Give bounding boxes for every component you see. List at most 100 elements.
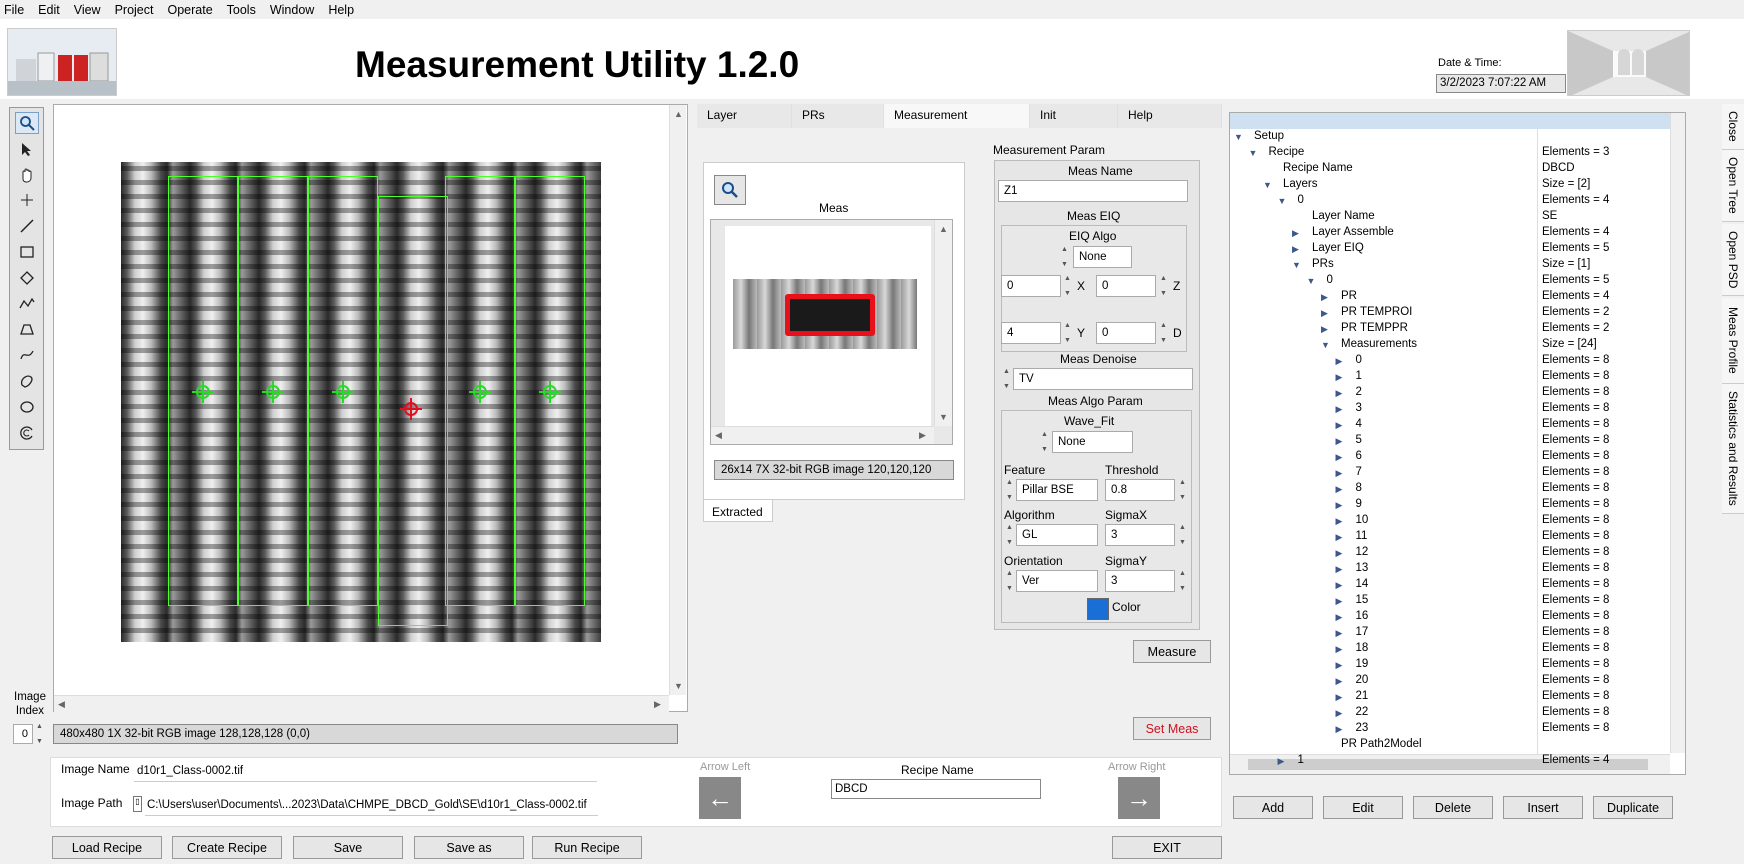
tree-row[interactable]: ▶ 7 Elements = 8 (1230, 465, 1670, 481)
sigmay-stepper[interactable]: ▲ ▼ (1177, 570, 1188, 592)
tree-row[interactable]: ▶ 0 Elements = 8 (1230, 353, 1670, 369)
tree-row[interactable]: ▶ PR TEMPROI Elements = 2 (1230, 305, 1670, 321)
tree-row[interactable]: ▶ 9 Elements = 8 (1230, 497, 1670, 513)
y-field[interactable]: 4 (1001, 322, 1061, 344)
tree-row[interactable]: ▶ 12 Elements = 8 (1230, 545, 1670, 561)
wave-fit-field[interactable]: None (1052, 431, 1133, 453)
expand-arrow-icon[interactable]: ▶ (1321, 308, 1328, 319)
expand-arrow-icon[interactable]: ▶ (1336, 500, 1343, 511)
expand-arrow-icon[interactable]: ▶ (1336, 532, 1343, 543)
denoise-field[interactable]: TV (1013, 368, 1193, 390)
threshold-stepper[interactable]: ▲ ▼ (1177, 479, 1188, 501)
image-vscroll[interactable]: ▲ ▼ (669, 105, 686, 695)
tree-row[interactable]: ▶ 1 Elements = 8 (1230, 369, 1670, 385)
crosshair-tool[interactable] (15, 189, 39, 211)
exit-button[interactable]: EXIT (1112, 836, 1222, 859)
load-recipe-button[interactable]: Load Recipe (52, 836, 162, 859)
expand-arrow-icon[interactable]: ▶ (1336, 452, 1343, 463)
menu-tools[interactable]: Tools (227, 3, 256, 17)
rotated-rect-tool[interactable] (15, 267, 39, 289)
tree-row[interactable]: ▶ 3 Elements = 8 (1230, 401, 1670, 417)
z-stepper[interactable]: ▲ ▼ (1158, 275, 1169, 297)
tree-row[interactable]: ▶ 1 Elements = 4 (1230, 753, 1670, 769)
tree-row[interactable]: ▼ Layers Size = [2] (1230, 177, 1670, 193)
save-button[interactable]: Save (293, 836, 403, 859)
image-index-stepper[interactable]: ▲ ▼ (34, 723, 45, 745)
collapse-arrow-icon[interactable]: ▼ (1263, 180, 1272, 190)
measure-marker[interactable] (332, 381, 354, 403)
preview-vscroll[interactable]: ▲ ▼ (934, 220, 952, 426)
menu-help[interactable]: Help (328, 3, 354, 17)
tree-row[interactable]: ▼ PRs Size = [1] (1230, 257, 1670, 273)
tree-row[interactable]: ▶ 20 Elements = 8 (1230, 673, 1670, 689)
meas-name-field[interactable]: Z1 (998, 180, 1188, 202)
tree-row[interactable]: ▶ 22 Elements = 8 (1230, 705, 1670, 721)
tab-init[interactable]: Init (1030, 104, 1118, 128)
collapse-arrow-icon[interactable]: ▼ (1234, 132, 1243, 142)
denoise-stepper[interactable]: ▲ ▼ (1001, 368, 1012, 390)
x-field[interactable]: 0 (1001, 275, 1061, 297)
recipe-tree[interactable]: ▼ Setup ▼ Recipe Elements = 3 Recipe Name DBCD… (1229, 112, 1686, 775)
tree-row[interactable]: ▶ 23 Elements = 8 (1230, 721, 1670, 737)
side-tab-open-psd[interactable]: Open PSD (1722, 224, 1744, 296)
tab-prs[interactable]: PRs (792, 104, 884, 128)
menu-edit[interactable]: Edit (38, 3, 60, 17)
side-tab-close[interactable]: Close (1722, 104, 1744, 150)
browse-file-icon[interactable]: ▯ (133, 796, 142, 812)
tree-row[interactable]: ▶ 19 Elements = 8 (1230, 657, 1670, 673)
expand-arrow-icon[interactable]: ▶ (1336, 356, 1343, 367)
tree-row[interactable]: ▼ Measurements Size = [24] (1230, 337, 1670, 353)
sigmay-field[interactable]: 3 (1105, 570, 1175, 592)
recipe-name-field[interactable]: DBCD (831, 779, 1041, 799)
expand-arrow-icon[interactable]: ▶ (1336, 420, 1343, 431)
tree-row[interactable]: ▶ 17 Elements = 8 (1230, 625, 1670, 641)
tree-row[interactable]: ▼ 0 Elements = 4 (1230, 193, 1670, 209)
tab-help[interactable]: Help (1118, 104, 1222, 128)
expand-arrow-icon[interactable]: ▶ (1336, 628, 1343, 639)
expand-arrow-icon[interactable]: ▶ (1336, 484, 1343, 495)
menu-window[interactable]: Window (270, 3, 314, 17)
measure-marker[interactable] (192, 381, 214, 403)
tree-row[interactable]: ▶ 11 Elements = 8 (1230, 529, 1670, 545)
expand-arrow-icon[interactable]: ▶ (1336, 660, 1343, 671)
collapse-arrow-icon[interactable]: ▼ (1278, 196, 1287, 206)
image-name-field[interactable]: d10r1_Class-0002.tif (134, 762, 597, 782)
tree-row[interactable]: ▶ 14 Elements = 8 (1230, 577, 1670, 593)
measure-marker[interactable] (469, 381, 491, 403)
algorithm-field[interactable]: GL (1016, 524, 1098, 546)
feature-stepper[interactable]: ▲ ▼ (1004, 479, 1015, 501)
annulus-tool[interactable] (15, 422, 39, 444)
add-node-button[interactable]: Add (1233, 796, 1313, 819)
d-stepper[interactable]: ▲ ▼ (1158, 322, 1169, 344)
tree-row[interactable]: ▶ 2 Elements = 8 (1230, 385, 1670, 401)
expand-arrow-icon[interactable]: ▶ (1336, 692, 1343, 703)
freehand-region-tool[interactable] (15, 370, 39, 392)
sigmax-stepper[interactable]: ▲ ▼ (1177, 524, 1188, 546)
side-tab-statistics-and-results[interactable]: Statistics and Results (1722, 384, 1744, 514)
expand-arrow-icon[interactable]: ▶ (1336, 612, 1343, 623)
tree-row[interactable]: ▶ 10 Elements = 8 (1230, 513, 1670, 529)
expand-arrow-icon[interactable]: ▶ (1321, 324, 1328, 335)
measure-button[interactable]: Measure (1133, 640, 1211, 663)
tree-row[interactable]: ▶ PR TEMPPR Elements = 2 (1230, 321, 1670, 337)
expand-arrow-icon[interactable]: ▶ (1336, 404, 1343, 415)
d-field[interactable]: 0 (1096, 322, 1156, 344)
arrow-right-button[interactable]: → (1118, 777, 1160, 819)
expand-arrow-icon[interactable]: ▶ (1336, 468, 1343, 479)
tree-row[interactable]: ▶ 16 Elements = 8 (1230, 609, 1670, 625)
pan-hand-tool[interactable] (15, 164, 39, 186)
expand-arrow-icon[interactable]: ▶ (1336, 676, 1343, 687)
tree-row[interactable]: ▶ PR Elements = 4 (1230, 289, 1670, 305)
oval-tool[interactable] (15, 396, 39, 418)
expand-arrow-icon[interactable]: ▶ (1321, 292, 1328, 303)
expand-arrow-icon[interactable]: ▶ (1278, 756, 1285, 767)
tab-extracted[interactable]: Extracted (703, 500, 773, 522)
tree-row[interactable]: ▶ 15 Elements = 8 (1230, 593, 1670, 609)
collapse-arrow-icon[interactable]: ▼ (1292, 260, 1301, 270)
collapse-arrow-icon[interactable]: ▼ (1321, 340, 1330, 350)
zoom-tool[interactable] (15, 112, 39, 134)
insert-node-button[interactable]: Insert (1503, 796, 1583, 819)
rectangle-tool[interactable] (15, 241, 39, 263)
expand-arrow-icon[interactable]: ▶ (1336, 436, 1343, 447)
expand-arrow-icon[interactable]: ▶ (1336, 548, 1343, 559)
